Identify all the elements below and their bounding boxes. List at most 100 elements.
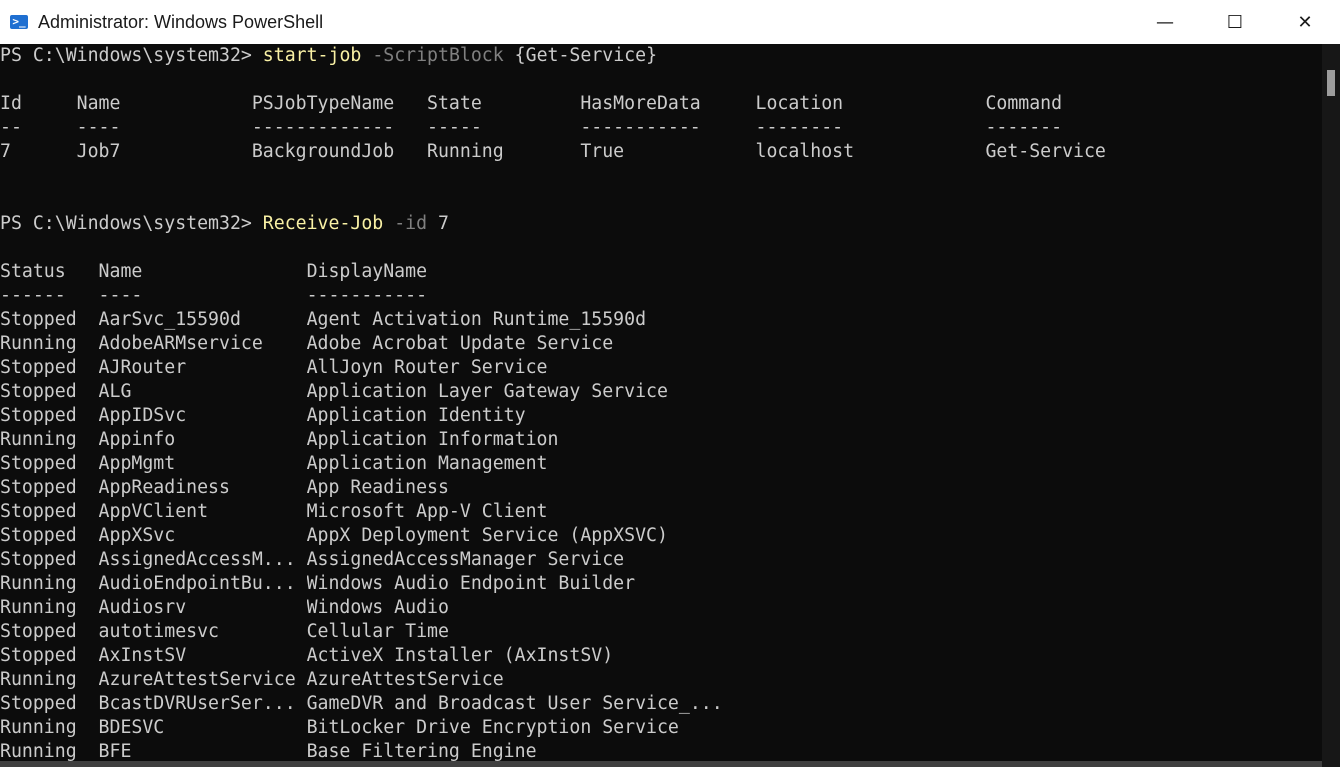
table-cell: Stopped — [0, 693, 77, 714]
table-row: 7 Job7 BackgroundJob Running True localhost Ge… — [0, 140, 1322, 164]
table-cell: HasMoreData — [580, 93, 701, 114]
vertical-scrollbar[interactable] — [1322, 44, 1340, 767]
table-cell: autotimesvc — [98, 621, 219, 642]
table-cell: ---- — [76, 117, 121, 138]
table-row: Running Appinfo Application Information — [0, 428, 1322, 452]
table-cell: AssignedAccessManager Service — [306, 549, 625, 570]
command-line: PS C:\Windows\system32> start-job -Scrip… — [0, 44, 1322, 68]
table-cell: True — [580, 141, 625, 162]
table-cell: Stopped — [0, 477, 77, 498]
table-row: Running AdobeARMservice Adobe Acrobat Upda… — [0, 332, 1322, 356]
table-cell: ----------- — [580, 117, 701, 138]
table-row: Running BDESVC BitLocker Drive Encryption … — [0, 716, 1322, 740]
title-bar[interactable]: >_ Administrator: Windows PowerShell — ☐… — [0, 0, 1340, 44]
scrollbar-thumb[interactable] — [1327, 70, 1335, 96]
minimize-button[interactable]: — — [1130, 0, 1200, 44]
table-cell: AppReadiness — [98, 477, 230, 498]
prompt-text: PS C:\Windows\system32> — [0, 213, 263, 234]
table-cell: Command — [985, 93, 1063, 114]
table-cell: Stopped — [0, 549, 77, 570]
maximize-icon: ☐ — [1226, 11, 1244, 33]
table-cell: -- — [0, 117, 22, 138]
table-cell: AppX Deployment Service (AppXSVC) — [306, 525, 668, 546]
table-cell: Application Information — [306, 429, 559, 450]
table-row: Stopped ALG Application Layer Gateway Serv… — [0, 380, 1322, 404]
table-cell: AudioEndpointBu... — [98, 573, 296, 594]
table-cell: DisplayName — [306, 261, 428, 282]
table-cell: GameDVR and Broadcast User Service_... — [306, 693, 723, 714]
table-cell: Audiosrv — [98, 597, 187, 618]
table-cell: Appinfo — [98, 429, 176, 450]
table-row: Stopped BcastDVRUserSer... GameDVR and Bro… — [0, 692, 1322, 716]
console-output[interactable]: PS C:\Windows\system32> start-job -Scrip… — [0, 44, 1322, 767]
minimize-icon: — — [1156, 11, 1174, 33]
powershell-icon: >_ — [10, 15, 28, 29]
table-cell: AppVClient — [98, 501, 209, 522]
table-cell: Job7 — [76, 141, 121, 162]
table-cell: BitLocker Drive Encryption Service — [306, 717, 679, 738]
table-cell: AJRouter — [98, 357, 187, 378]
table-cell: -------- — [755, 117, 844, 138]
table-cell: Stopped — [0, 309, 77, 330]
table-header: Id Name PSJobTypeName State HasMoreData Locat… — [0, 92, 1322, 116]
table-cell: Microsoft App-V Client — [306, 501, 548, 522]
table-cell: Stopped — [0, 357, 77, 378]
close-button[interactable]: ✕ — [1270, 0, 1340, 44]
table-cell: Stopped — [0, 381, 77, 402]
table-cell: ------------- — [251, 117, 395, 138]
cmdlet-text: start-job — [262, 45, 362, 66]
table-row: Running AzureAttestService AzureAttestServ… — [0, 668, 1322, 692]
table-cell: Id — [0, 93, 22, 114]
table-cell: AarSvc_15590d — [98, 309, 241, 330]
table-cell: AppIDSvc — [98, 405, 187, 426]
table-row: Running Audiosrv Windows Audio — [0, 596, 1322, 620]
table-cell: Running — [427, 141, 504, 162]
table-cell: ------- — [985, 117, 1063, 138]
table-cell: Running — [0, 429, 77, 450]
table-cell: ----- — [427, 117, 482, 138]
parameter-text: -id — [394, 213, 428, 234]
command-line: PS C:\Windows\system32> Receive-Job -id … — [0, 212, 1322, 236]
table-cell: Application Management — [306, 453, 548, 474]
table-cell: Windows Audio Endpoint Builder — [306, 573, 636, 594]
table-header: Status Name DisplayName — [0, 260, 1322, 284]
table-row: Stopped autotimesvc Cellular Time — [0, 620, 1322, 644]
table-cell: Name — [76, 93, 121, 114]
table-cell: PSJobTypeName — [251, 93, 395, 114]
table-cell: AxInstSV — [98, 645, 187, 666]
window-title: Administrator: Windows PowerShell — [38, 11, 324, 32]
table-row: Stopped AxInstSV ActiveX Installer (AxInst… — [0, 644, 1322, 668]
table-cell: Stopped — [0, 645, 77, 666]
table-cell: Stopped — [0, 525, 77, 546]
table-cell: AzureAttestService — [306, 669, 504, 690]
table-cell: Location — [755, 93, 844, 114]
table-cell: BcastDVRUserSer... — [98, 693, 296, 714]
table-cell: Status — [0, 261, 66, 282]
table-cell: Running — [0, 573, 77, 594]
prompt-text: PS C:\Windows\system32> — [0, 45, 263, 66]
table-cell: Application Layer Gateway Service — [306, 381, 668, 402]
table-cell: Running — [0, 717, 77, 738]
argument-text: 7 — [438, 213, 449, 234]
table-cell: BDESVC — [98, 717, 165, 738]
maximize-button[interactable]: ☐ — [1200, 0, 1270, 44]
table-row: Stopped AJRouter AllJoyn Router Service — [0, 356, 1322, 380]
table-cell: AdobeARMservice — [98, 333, 263, 354]
table-cell: Stopped — [0, 453, 77, 474]
table-cell: Running — [0, 597, 77, 618]
table-header-underline: -- ---- ------------- ----- ----------- -----… — [0, 116, 1322, 140]
table-cell: AppMgmt — [98, 453, 176, 474]
table-cell: ALG — [98, 381, 132, 402]
table-cell: Running — [0, 333, 77, 354]
table-cell: State — [427, 93, 482, 114]
table-cell: BackgroundJob — [251, 141, 395, 162]
cmdlet-text: Receive-Job — [262, 213, 384, 234]
table-cell: ------ — [0, 285, 66, 306]
